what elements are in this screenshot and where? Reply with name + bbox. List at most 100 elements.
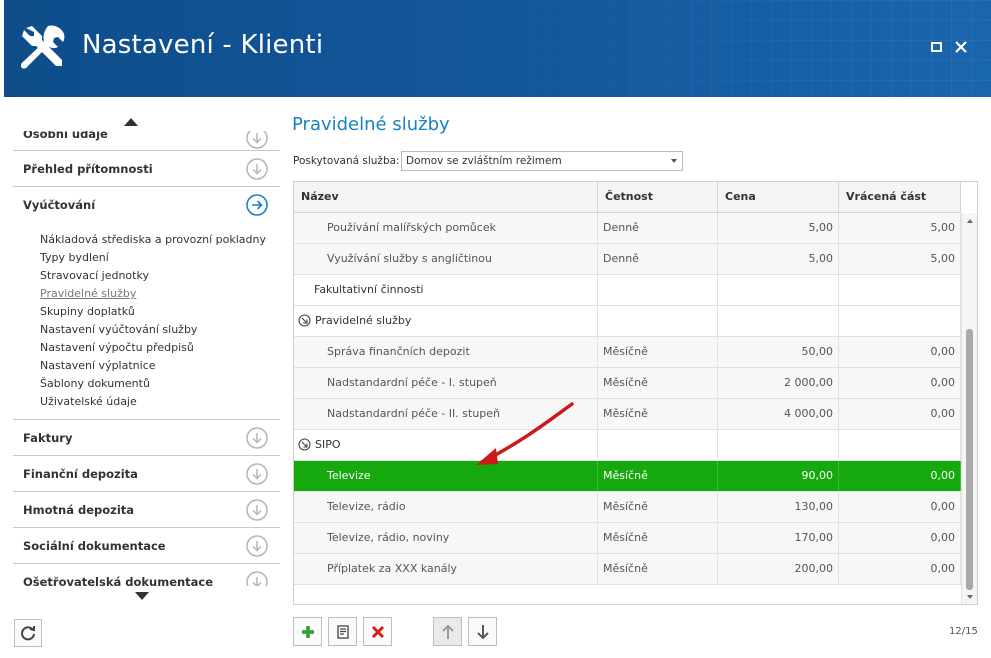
sidebar-section-label: Ošetřovatelská dokumentace	[23, 574, 214, 587]
sidebar-section-label: Vyúčtování	[23, 198, 96, 212]
service-select[interactable]: Domov se zvláštním režimem	[401, 151, 683, 171]
table-cell-refund: 0,00	[839, 492, 961, 522]
sidebar-sub-item[interactable]: Typy bydlení	[40, 249, 280, 267]
sidebar-scroll-up-icon[interactable]	[124, 118, 138, 126]
close-icon[interactable]	[952, 38, 970, 56]
table-cell-price: 90,00	[718, 461, 839, 491]
table-cell-text: 2 000,00	[784, 376, 833, 389]
sidebar-sub-item[interactable]: Skupiny doplatků	[40, 303, 280, 321]
table-cell-refund: 0,00	[839, 554, 961, 584]
table-cell-freq	[598, 306, 718, 336]
sidebar-sub-item[interactable]: Uživatelské údaje	[40, 393, 280, 411]
table-cell-text: 4 000,00	[784, 407, 833, 420]
table-cell-freq	[598, 275, 718, 305]
table-cell-price: 200,00	[718, 554, 839, 584]
table-cell-text: Televize, rádio	[327, 500, 406, 513]
collapse-group-icon[interactable]	[298, 437, 311, 451]
table-cell-text: Nadstandardní péče - II. stupeň	[327, 407, 501, 420]
page-title: Pravidelné služby	[292, 114, 450, 135]
table-row[interactable]: Televize, rádio Měsíčně 130,00 0,00	[294, 492, 961, 523]
table-cell-name: Správa finančních depozit	[294, 337, 598, 367]
table-row[interactable]: Nadstandardní péče - II. stupeň Měsíčně 4 …	[294, 399, 961, 430]
table-cell-freq: Měsíčně	[598, 461, 718, 491]
chevron-right-circle-icon	[246, 194, 268, 216]
table-row[interactable]: Používání malířských pomůcek Denně 5,00 5,0…	[294, 213, 961, 244]
arrow-up-icon	[441, 624, 454, 639]
table-cell-name: Nadstandardní péče - I. stupeň	[294, 368, 598, 398]
sidebar-sub-item[interactable]: Nákladová střediska a provozní pokladny	[40, 231, 280, 249]
table-cell-text: 0,00	[930, 562, 956, 575]
scroll-up-icon[interactable]	[967, 219, 973, 223]
table-cell-text: Správa finančních depozit	[327, 345, 470, 358]
window-title: Nastavení - Klienti	[82, 30, 324, 60]
table-cell-freq: Denně	[598, 244, 718, 274]
edit-button[interactable]	[328, 617, 357, 646]
delete-button[interactable]	[363, 617, 392, 646]
title-bar: Nastavení - Klienti	[4, 0, 991, 97]
chevron-down-circle-icon	[246, 158, 268, 180]
table-cell-refund	[839, 430, 961, 460]
table-group-row[interactable]: Pravidelné služby	[294, 306, 961, 337]
refresh-icon	[21, 626, 35, 641]
table-group-row[interactable]: SIPO	[294, 430, 961, 461]
table-cell-text: Měsíčně	[603, 500, 648, 513]
sidebar-sub-item[interactable]: Nastavení výplatnice	[40, 357, 280, 375]
table-cell-freq: Denně	[598, 213, 718, 243]
grid-scrollbar[interactable]	[961, 213, 977, 604]
sidebar-scroll-down-icon[interactable]	[135, 592, 149, 600]
sidebar-section-socialni-dokumentace[interactable]: Sociální dokumentace	[13, 528, 280, 564]
sidebar-section-prehled-pritomnosti[interactable]: Přehled přítomnosti	[13, 151, 280, 187]
table-group-row[interactable]: Fakultativní činnosti	[294, 275, 961, 306]
sidebar-sub-item-active[interactable]: Pravidelné služby	[40, 285, 280, 303]
column-header-cetnost[interactable]: Četnost	[598, 182, 718, 212]
sidebar-sub-item[interactable]: Nastavení vyúčtování služby	[40, 321, 280, 339]
table-row-selected[interactable]: Televize Měsíčně 90,00 0,00	[294, 461, 961, 492]
scroll-down-icon[interactable]	[967, 595, 973, 599]
title-bar-pattern	[391, 0, 991, 97]
sidebar-section-hmotna-depozita[interactable]: Hmotná depozita	[13, 492, 280, 528]
table-cell-price: 170,00	[718, 523, 839, 553]
move-up-button[interactable]	[433, 617, 462, 646]
table-row[interactable]: Využívání služby s angličtinou Denně 5,00 5…	[294, 244, 961, 275]
table-cell-text: Televize, rádio, noviny	[327, 531, 450, 544]
sidebar-section-faktury[interactable]: Faktury	[13, 420, 280, 456]
scroll-thumb[interactable]	[966, 329, 973, 590]
table-row[interactable]: Televize, rádio, noviny Měsíčně 170,00 0,00	[294, 523, 961, 554]
sidebar-sub-item[interactable]: Nastavení výpočtu předpisů	[40, 339, 280, 357]
table-cell-text: 5,00	[808, 252, 834, 265]
table-cell-text: SIPO	[315, 438, 341, 451]
table-cell-freq: Měsíčně	[598, 492, 718, 522]
collapse-group-icon[interactable]	[298, 313, 311, 327]
column-header-vracena-cast[interactable]: Vrácená část	[839, 182, 961, 212]
table-cell-refund	[839, 306, 961, 336]
table-cell-text: Příplatek za XXX kanály	[327, 562, 458, 575]
table-cell-name: Fakultativní činnosti	[294, 275, 598, 305]
maximize-icon[interactable]	[928, 38, 946, 56]
sidebar-section-osetrovatelska-dokumentace[interactable]: Ošetřovatelská dokumentace	[13, 564, 280, 586]
delete-x-icon	[371, 625, 384, 638]
refresh-button[interactable]	[14, 619, 42, 647]
add-button[interactable]	[293, 617, 322, 646]
table-cell-text: 5,00	[808, 221, 834, 234]
sidebar-section-vyuctovani[interactable]: Vyúčtování	[13, 187, 280, 223]
sidebar-section-label: Osobní údaje	[23, 131, 108, 141]
table-cell-refund: 0,00	[839, 337, 961, 367]
table-cell-freq: Měsíčně	[598, 368, 718, 398]
sidebar-sub-item[interactable]: Stravovací jednotky	[40, 267, 280, 285]
sidebar-section-financni-depozita[interactable]: Finanční depozita	[13, 456, 280, 492]
chevron-down-icon	[671, 159, 677, 163]
table-cell-name: Pravidelné služby	[294, 306, 598, 336]
column-header-cena[interactable]: Cena	[718, 182, 839, 212]
table-cell-freq: Měsíčně	[598, 399, 718, 429]
sidebar-sub-item[interactable]: Šablony dokumentů	[40, 375, 280, 393]
move-down-button[interactable]	[468, 617, 497, 646]
table-cell-text: Měsíčně	[603, 407, 648, 420]
sidebar-section-osobni-udaje[interactable]: Osobní údaje	[13, 131, 280, 151]
table-cell-refund: 0,00	[839, 461, 961, 491]
table-row[interactable]: Správa finančních depozit Měsíčně 50,00 0,0…	[294, 337, 961, 368]
table-cell-text: Měsíčně	[603, 531, 648, 544]
table-row[interactable]: Nadstandardní péče - I. stupeň Měsíčně 2 0…	[294, 368, 961, 399]
table-row[interactable]: Příplatek za XXX kanály Měsíčně 200,00 0,00	[294, 554, 961, 585]
chevron-down-circle-icon	[246, 131, 268, 149]
column-header-nazev[interactable]: Název	[294, 182, 598, 212]
